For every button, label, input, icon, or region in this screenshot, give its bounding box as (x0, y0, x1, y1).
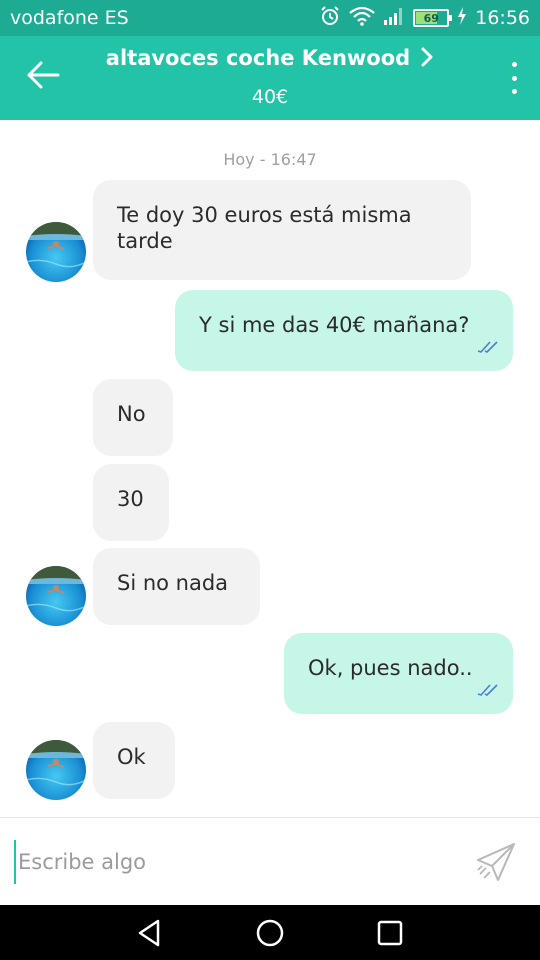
clock: 16:56 (475, 7, 530, 29)
back-triangle-icon (134, 919, 166, 953)
double-check-icon (477, 333, 499, 359)
item-price: 40€ (251, 86, 289, 108)
item-title: altavoces coche Kenwood (105, 46, 411, 70)
message-bubble-incoming[interactable]: Ok (93, 722, 175, 799)
date-separator: Hoy - 16:47 (223, 150, 317, 169)
system-navigation-bar (0, 905, 540, 960)
nav-recents-button[interactable] (374, 917, 406, 949)
message-text: Ok, pues nado.. (308, 656, 473, 680)
more-vert-icon (511, 62, 517, 67)
message-text: No (117, 402, 146, 426)
send-button[interactable] (474, 840, 518, 884)
charging-icon (457, 7, 467, 29)
carrier-name: vodafone ES (10, 7, 129, 29)
message-bubble-incoming[interactable]: No (93, 379, 173, 456)
message-bubble-outgoing[interactable]: Y si me das 40€ mañana? (175, 290, 513, 371)
nav-back-button[interactable] (134, 917, 166, 949)
message-text: Te doy 30 euros está misma tarde (117, 203, 412, 253)
status-icons: 69 16:56 (319, 6, 530, 30)
chat-area[interactable]: Hoy - 16:47 Te doy 30 euros está misma t… (0, 120, 540, 817)
message-text: Si no nada (117, 571, 229, 595)
conversation-title[interactable]: altavoces coche Kenwood (0, 46, 540, 72)
avatar[interactable] (26, 566, 86, 626)
avatar[interactable] (26, 222, 86, 282)
recents-square-icon (374, 920, 406, 953)
message-composer (0, 817, 540, 905)
message-input[interactable] (14, 840, 454, 884)
alarm-icon (319, 5, 341, 31)
message-text: Ok (117, 745, 146, 769)
double-check-icon (477, 676, 499, 702)
message-text: Y si me das 40€ mañana? (199, 313, 470, 337)
more-options-button[interactable] (504, 58, 524, 98)
chevron-right-icon (420, 47, 434, 72)
nav-home-button[interactable] (254, 917, 286, 949)
home-circle-icon (254, 919, 286, 953)
message-bubble-incoming[interactable]: 30 (93, 464, 169, 541)
status-bar: vodafone ES 69 16:56 (0, 0, 540, 36)
send-icon (474, 843, 518, 888)
app-bar: altavoces coche Kenwood 40€ (0, 36, 540, 120)
avatar[interactable] (26, 740, 86, 800)
message-text: 30 (117, 487, 144, 511)
signal-icon (383, 7, 405, 29)
wifi-icon (349, 6, 375, 30)
battery-icon: 69 (413, 9, 453, 27)
message-bubble-incoming[interactable]: Te doy 30 euros está misma tarde (93, 180, 471, 280)
battery-level: 69 (423, 11, 439, 25)
message-bubble-incoming[interactable]: Si no nada (93, 548, 260, 625)
message-bubble-outgoing[interactable]: Ok, pues nado.. (284, 633, 513, 714)
